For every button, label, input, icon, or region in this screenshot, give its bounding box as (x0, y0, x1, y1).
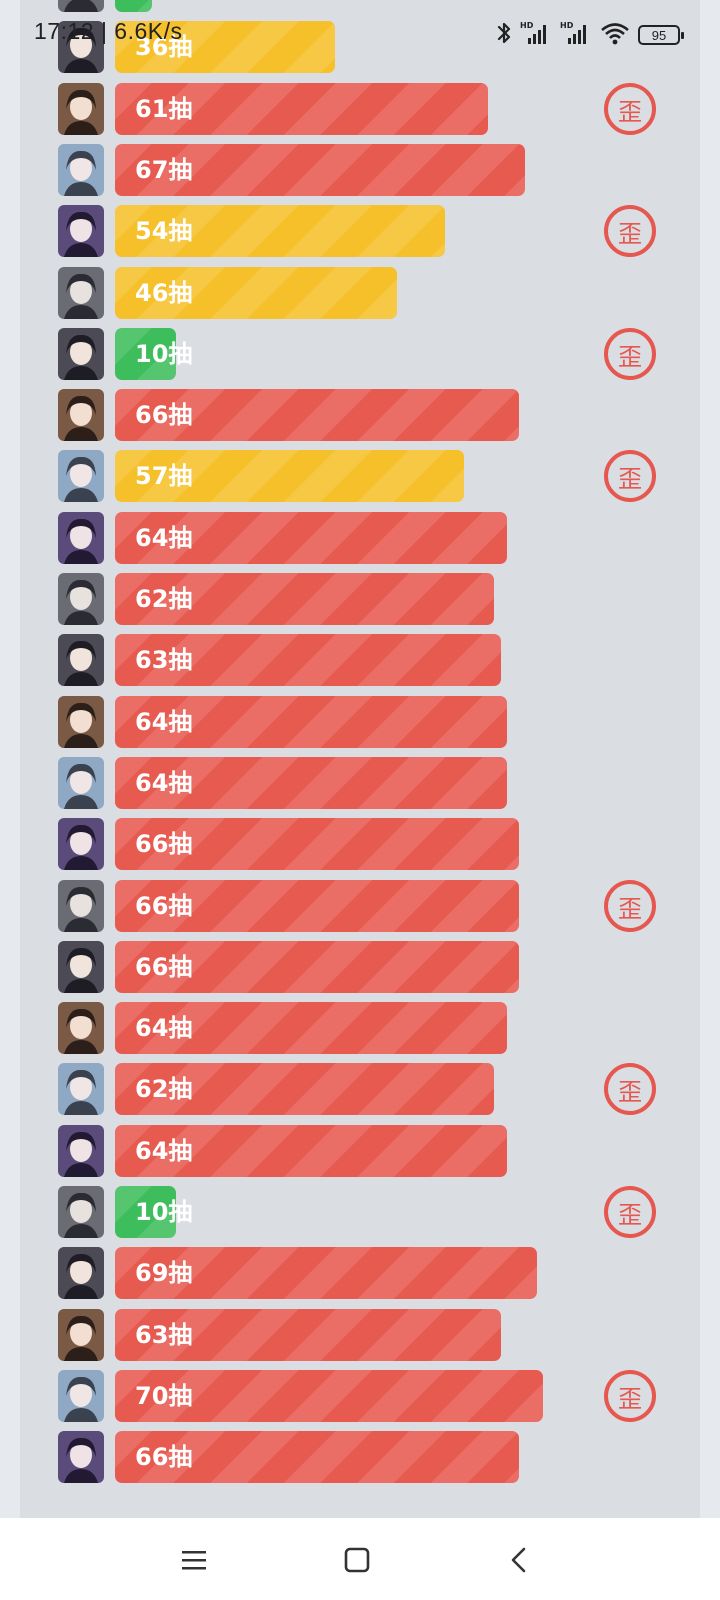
off-banner-badge: 歪 (604, 880, 656, 932)
character-portrait-icon (58, 696, 104, 748)
list-item[interactable]: 54抽 歪 (0, 205, 720, 257)
pull-count-label: 10抽 (135, 340, 193, 368)
list-item[interactable]: 63抽 (0, 1309, 720, 1361)
pull-count-label: 64抽 (135, 1137, 193, 1165)
menu-icon[interactable] (176, 1542, 212, 1578)
pull-count-label: 69抽 (135, 1259, 193, 1287)
off-banner-badge: 歪 (604, 1370, 656, 1422)
pull-count-label: 63抽 (135, 646, 193, 674)
character-portrait-icon (58, 267, 104, 319)
character-portrait-icon (58, 1309, 104, 1361)
battery-icon: 95 (638, 25, 684, 45)
character-portrait-icon (58, 818, 104, 870)
pull-count-label: 62抽 (135, 585, 193, 613)
pull-count-label: 66抽 (135, 1443, 193, 1471)
character-portrait-icon (58, 573, 104, 625)
pull-count-label: 66抽 (135, 830, 193, 858)
wifi-icon (600, 20, 630, 50)
pull-count-label: 64抽 (135, 708, 193, 736)
pull-count-label: 66抽 (135, 892, 193, 920)
pull-count-label: 63抽 (135, 1321, 193, 1349)
character-portrait-icon (58, 1186, 104, 1238)
bluetooth-icon (496, 20, 512, 50)
character-portrait-icon (58, 1431, 104, 1483)
character-portrait-icon (58, 1125, 104, 1177)
svg-text:HD: HD (520, 21, 534, 30)
list-item[interactable]: 46抽 (0, 267, 720, 319)
off-banner-badge: 歪 (604, 450, 656, 502)
pull-count-label: 67抽 (135, 156, 193, 184)
back-icon[interactable] (502, 1542, 538, 1578)
status-bar: 17:12 | 6.6K/s HD HD 95 (0, 0, 720, 64)
character-portrait-icon (58, 880, 104, 932)
character-portrait-icon (58, 205, 104, 257)
list-item[interactable]: 69抽 (0, 1247, 720, 1299)
list-item[interactable]: 62抽 歪 (0, 1063, 720, 1115)
character-portrait-icon (58, 1063, 104, 1115)
pull-count-label: 46抽 (135, 279, 193, 307)
list-item[interactable]: 57抽 歪 (0, 450, 720, 502)
character-portrait-icon (58, 1370, 104, 1422)
character-portrait-icon (58, 634, 104, 686)
pull-count-label: 57抽 (135, 462, 193, 490)
navigation-bar (0, 1518, 720, 1600)
off-banner-badge: 歪 (604, 83, 656, 135)
pull-count-label: 10抽 (135, 1198, 193, 1226)
pull-count-label: 64抽 (135, 769, 193, 797)
list-item[interactable]: 70抽 歪 (0, 1370, 720, 1422)
list-item[interactable]: 10抽 歪 (0, 1186, 720, 1238)
pull-count-label: 54抽 (135, 217, 193, 245)
pull-count-label: 64抽 (135, 524, 193, 552)
character-portrait-icon (58, 450, 104, 502)
off-banner-badge: 歪 (604, 1186, 656, 1238)
pull-count-label: 64抽 (135, 1014, 193, 1042)
list-item[interactable]: 66抽 歪 (0, 880, 720, 932)
character-portrait-icon (58, 328, 104, 380)
list-item[interactable]: 64抽 (0, 757, 720, 809)
pull-count-label: 62抽 (135, 1075, 193, 1103)
pull-count-label: 66抽 (135, 953, 193, 981)
home-icon[interactable] (339, 1542, 375, 1578)
list-item[interactable]: 67抽 (0, 144, 720, 196)
list-item[interactable]: 10抽 歪 (0, 328, 720, 380)
character-portrait-icon (58, 941, 104, 993)
list-item[interactable]: 63抽 (0, 634, 720, 686)
status-time: 17:12 | 6.6K/s (34, 18, 183, 44)
list-item[interactable]: 66抽 (0, 941, 720, 993)
list-item[interactable]: 66抽 (0, 389, 720, 441)
status-icons: HD HD 95 (496, 20, 684, 50)
off-banner-badge: 歪 (604, 205, 656, 257)
character-portrait-icon (58, 144, 104, 196)
character-portrait-icon (58, 512, 104, 564)
list-item[interactable]: 66抽 (0, 1431, 720, 1483)
list-item[interactable]: 62抽 (0, 573, 720, 625)
list-item[interactable]: 64抽 (0, 1002, 720, 1054)
hd-signal-icon: HD (520, 20, 552, 50)
pull-count-label: 66抽 (135, 401, 193, 429)
svg-text:HD: HD (560, 21, 574, 30)
character-portrait-icon (58, 389, 104, 441)
character-portrait-icon (58, 1002, 104, 1054)
list-item[interactable]: 66抽 (0, 818, 720, 870)
pull-count-label: 70抽 (135, 1382, 193, 1410)
list-item[interactable]: 64抽 (0, 512, 720, 564)
character-portrait-icon (58, 757, 104, 809)
off-banner-badge: 歪 (604, 1063, 656, 1115)
off-banner-badge: 歪 (604, 328, 656, 380)
character-portrait-icon (58, 1247, 104, 1299)
list-item[interactable]: 64抽 (0, 696, 720, 748)
pull-count-label: 61抽 (135, 95, 193, 123)
character-portrait-icon (58, 83, 104, 135)
list-item[interactable]: 61抽 歪 (0, 83, 720, 135)
list-item[interactable]: 64抽 (0, 1125, 720, 1177)
hd-signal-icon: HD (560, 20, 592, 50)
